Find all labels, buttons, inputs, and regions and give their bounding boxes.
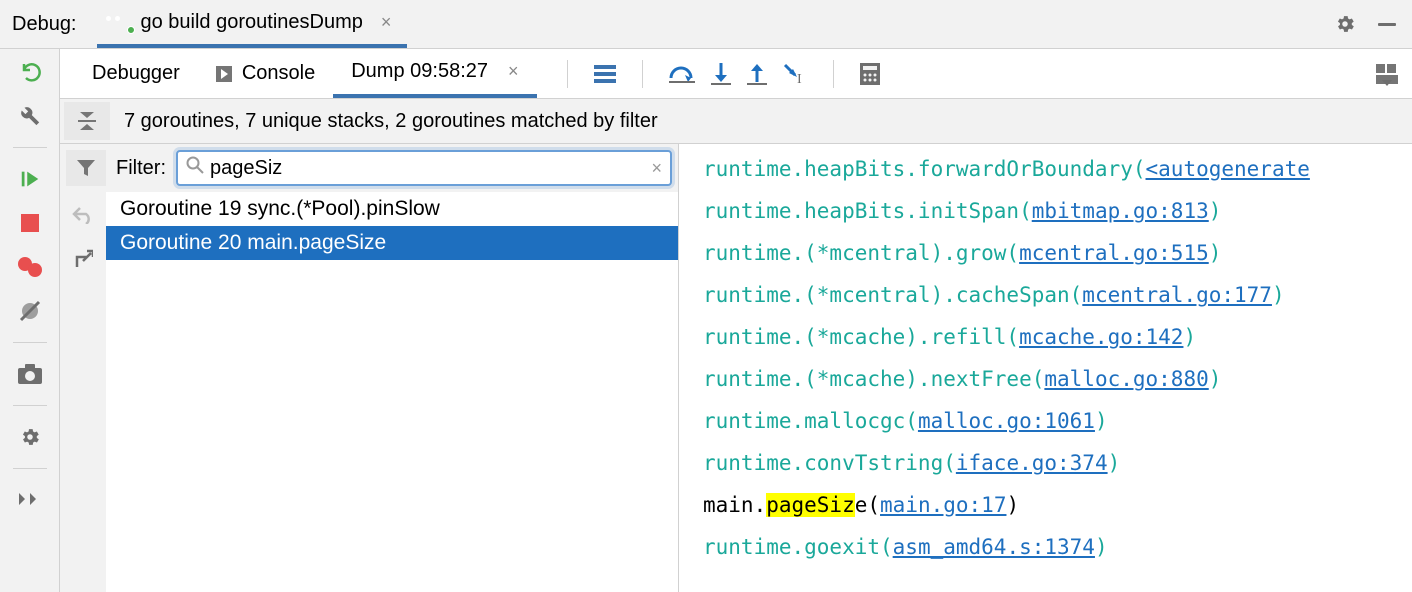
export-icon[interactable] bbox=[70, 246, 96, 272]
debug-label: Debug: bbox=[12, 13, 77, 36]
stack-trace-panel: runtime.heapBits.forwardOrBoundary(<auto… bbox=[679, 144, 1412, 592]
source-link[interactable]: iface.go:374 bbox=[956, 451, 1108, 475]
goroutine-item[interactable]: Goroutine 19 sync.(*Pool).pinSlow bbox=[106, 192, 678, 226]
tab-dump-label: Dump 09:58:27 bbox=[351, 60, 488, 83]
calculator-icon[interactable] bbox=[860, 63, 880, 85]
source-link[interactable]: mcentral.go:515 bbox=[1019, 241, 1209, 265]
debug-title-bar: Debug: go build goroutinesDump × bbox=[0, 0, 1412, 49]
view-breakpoints-icon[interactable] bbox=[17, 254, 43, 280]
stack-frame: runtime.(*mcentral).cacheSpan(mcentral.g… bbox=[703, 274, 1412, 316]
tab-dump[interactable]: Dump 09:58:27 × bbox=[333, 49, 536, 98]
show-frames-icon[interactable] bbox=[594, 65, 616, 83]
stack-frame: runtime.mallocgc(malloc.go:1061) bbox=[703, 400, 1412, 442]
step-over-icon[interactable] bbox=[669, 64, 695, 84]
source-link[interactable]: main.go:17 bbox=[880, 493, 1006, 517]
close-icon[interactable]: × bbox=[508, 61, 519, 82]
collapse-icon[interactable] bbox=[64, 102, 110, 140]
goroutine-mini-toolbar bbox=[60, 192, 106, 592]
filter-icon[interactable] bbox=[66, 150, 106, 186]
undo-icon[interactable] bbox=[70, 202, 96, 228]
source-link[interactable]: mbitmap.go:813 bbox=[1032, 199, 1209, 223]
tab-console[interactable]: Console bbox=[198, 49, 333, 98]
tab-debugger-label: Debugger bbox=[92, 62, 180, 85]
filter-input[interactable] bbox=[210, 157, 645, 180]
source-link[interactable]: malloc.go:880 bbox=[1044, 367, 1208, 391]
run-to-cursor-icon[interactable]: I bbox=[783, 63, 807, 85]
filter-input-wrapper[interactable]: × bbox=[176, 150, 672, 186]
step-out-icon[interactable] bbox=[747, 63, 767, 85]
stop-icon[interactable] bbox=[17, 210, 43, 236]
tab-debugger[interactable]: Debugger bbox=[74, 49, 198, 98]
run-config-tab[interactable]: go build goroutinesDump × bbox=[97, 0, 408, 48]
goroutine-item[interactable]: Goroutine 20 main.pageSize bbox=[106, 226, 678, 260]
search-icon bbox=[186, 156, 204, 180]
source-link[interactable]: asm_amd64.s:1374 bbox=[893, 535, 1095, 559]
status-text: 7 goroutines, 7 unique stacks, 2 gorouti… bbox=[124, 110, 658, 133]
goroutine-status-bar: 7 goroutines, 7 unique stacks, 2 gorouti… bbox=[60, 99, 1412, 144]
console-icon bbox=[216, 66, 232, 82]
stack-frame: runtime.convTstring(iface.go:374) bbox=[703, 442, 1412, 484]
gear-icon[interactable] bbox=[1332, 11, 1358, 37]
tab-console-label: Console bbox=[242, 62, 315, 85]
source-link[interactable]: mcentral.go:177 bbox=[1082, 283, 1272, 307]
stack-frame: runtime.(*mcache).nextFree(malloc.go:880… bbox=[703, 358, 1412, 400]
goroutine-list[interactable]: Goroutine 19 sync.(*Pool).pinSlow Gorout… bbox=[106, 192, 678, 592]
stack-frame: runtime.(*mcache).refill(mcache.go:142) bbox=[703, 316, 1412, 358]
stack-frame: runtime.(*mcentral).grow(mcentral.go:515… bbox=[703, 232, 1412, 274]
resume-icon[interactable] bbox=[17, 166, 43, 192]
minimize-icon[interactable] bbox=[1374, 11, 1400, 37]
source-link[interactable]: malloc.go:1061 bbox=[918, 409, 1095, 433]
debugger-subtabs: Debugger Console Dump 09:58:27 × bbox=[60, 49, 1412, 99]
mute-breakpoints-icon[interactable] bbox=[17, 298, 43, 324]
source-link[interactable]: mcache.go:142 bbox=[1019, 325, 1183, 349]
settings-icon[interactable] bbox=[17, 424, 43, 450]
stack-frame: runtime.goexit(asm_amd64.s:1374) bbox=[703, 526, 1412, 568]
rerun-icon[interactable] bbox=[17, 59, 43, 85]
close-icon[interactable]: × bbox=[381, 12, 392, 33]
debugger-left-toolbar bbox=[0, 49, 60, 592]
wrench-icon[interactable] bbox=[17, 103, 43, 129]
filter-label: Filter: bbox=[116, 157, 166, 180]
stack-frame: main.pageSize(main.go:17) bbox=[703, 484, 1412, 526]
stack-frame: runtime.heapBits.forwardOrBoundary(<auto… bbox=[703, 148, 1412, 190]
svg-text:I: I bbox=[797, 72, 802, 85]
stack-frame: runtime.heapBits.initSpan(mbitmap.go:813… bbox=[703, 190, 1412, 232]
more-icon[interactable] bbox=[17, 487, 43, 513]
layout-settings-icon[interactable] bbox=[1376, 64, 1398, 84]
step-into-icon[interactable] bbox=[711, 63, 731, 85]
goroutines-panel: Filter: × bbox=[60, 144, 679, 592]
clear-icon[interactable]: × bbox=[651, 158, 662, 179]
gopher-icon bbox=[113, 12, 133, 32]
camera-icon[interactable] bbox=[17, 361, 43, 387]
run-config-name: go build goroutinesDump bbox=[141, 11, 363, 34]
source-link[interactable]: <autogenerate bbox=[1146, 157, 1310, 181]
